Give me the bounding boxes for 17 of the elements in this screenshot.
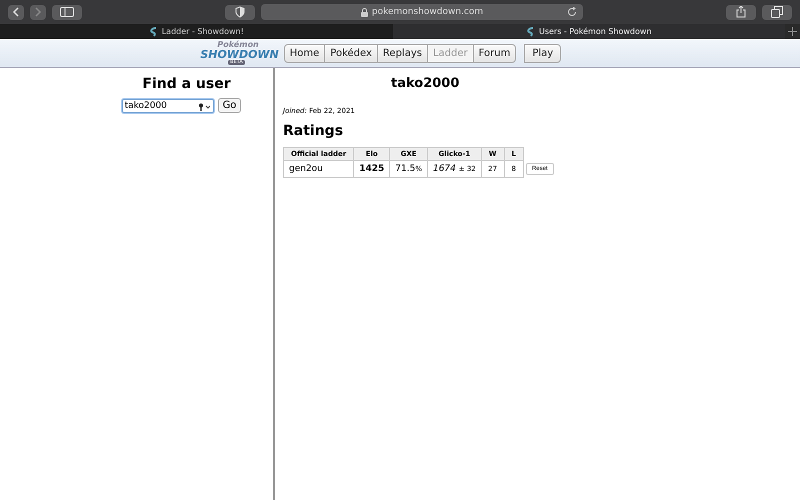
- nav-tab[interactable]: Replays: [376, 44, 428, 62]
- nav-tab[interactable]: Forum: [472, 44, 516, 62]
- nav-tab[interactable]: Home: [284, 44, 326, 62]
- go-button[interactable]: Go: [218, 98, 242, 113]
- play-button[interactable]: Play: [524, 44, 562, 62]
- username-heading: tako2000: [391, 76, 460, 91]
- url-text: pokemonshowdown.com: [372, 7, 484, 17]
- find-user-heading: Find a user: [142, 76, 231, 92]
- table-cell: 1425: [354, 160, 390, 178]
- browser-tab[interactable]: Users - Pokémon Showdown: [392, 24, 785, 39]
- ratings-heading: Ratings: [283, 123, 344, 139]
- tab-title: Ladder - Showdown!: [162, 27, 244, 36]
- username-field[interactable]: tako2000: [122, 98, 214, 112]
- address-bar[interactable]: pokemonshowdown.com: [261, 4, 583, 20]
- tab-title: Users - Pokémon Showdown: [538, 27, 652, 36]
- nav-tab[interactable]: Pokédex: [324, 44, 378, 62]
- table-cell: gen2ou: [284, 160, 354, 178]
